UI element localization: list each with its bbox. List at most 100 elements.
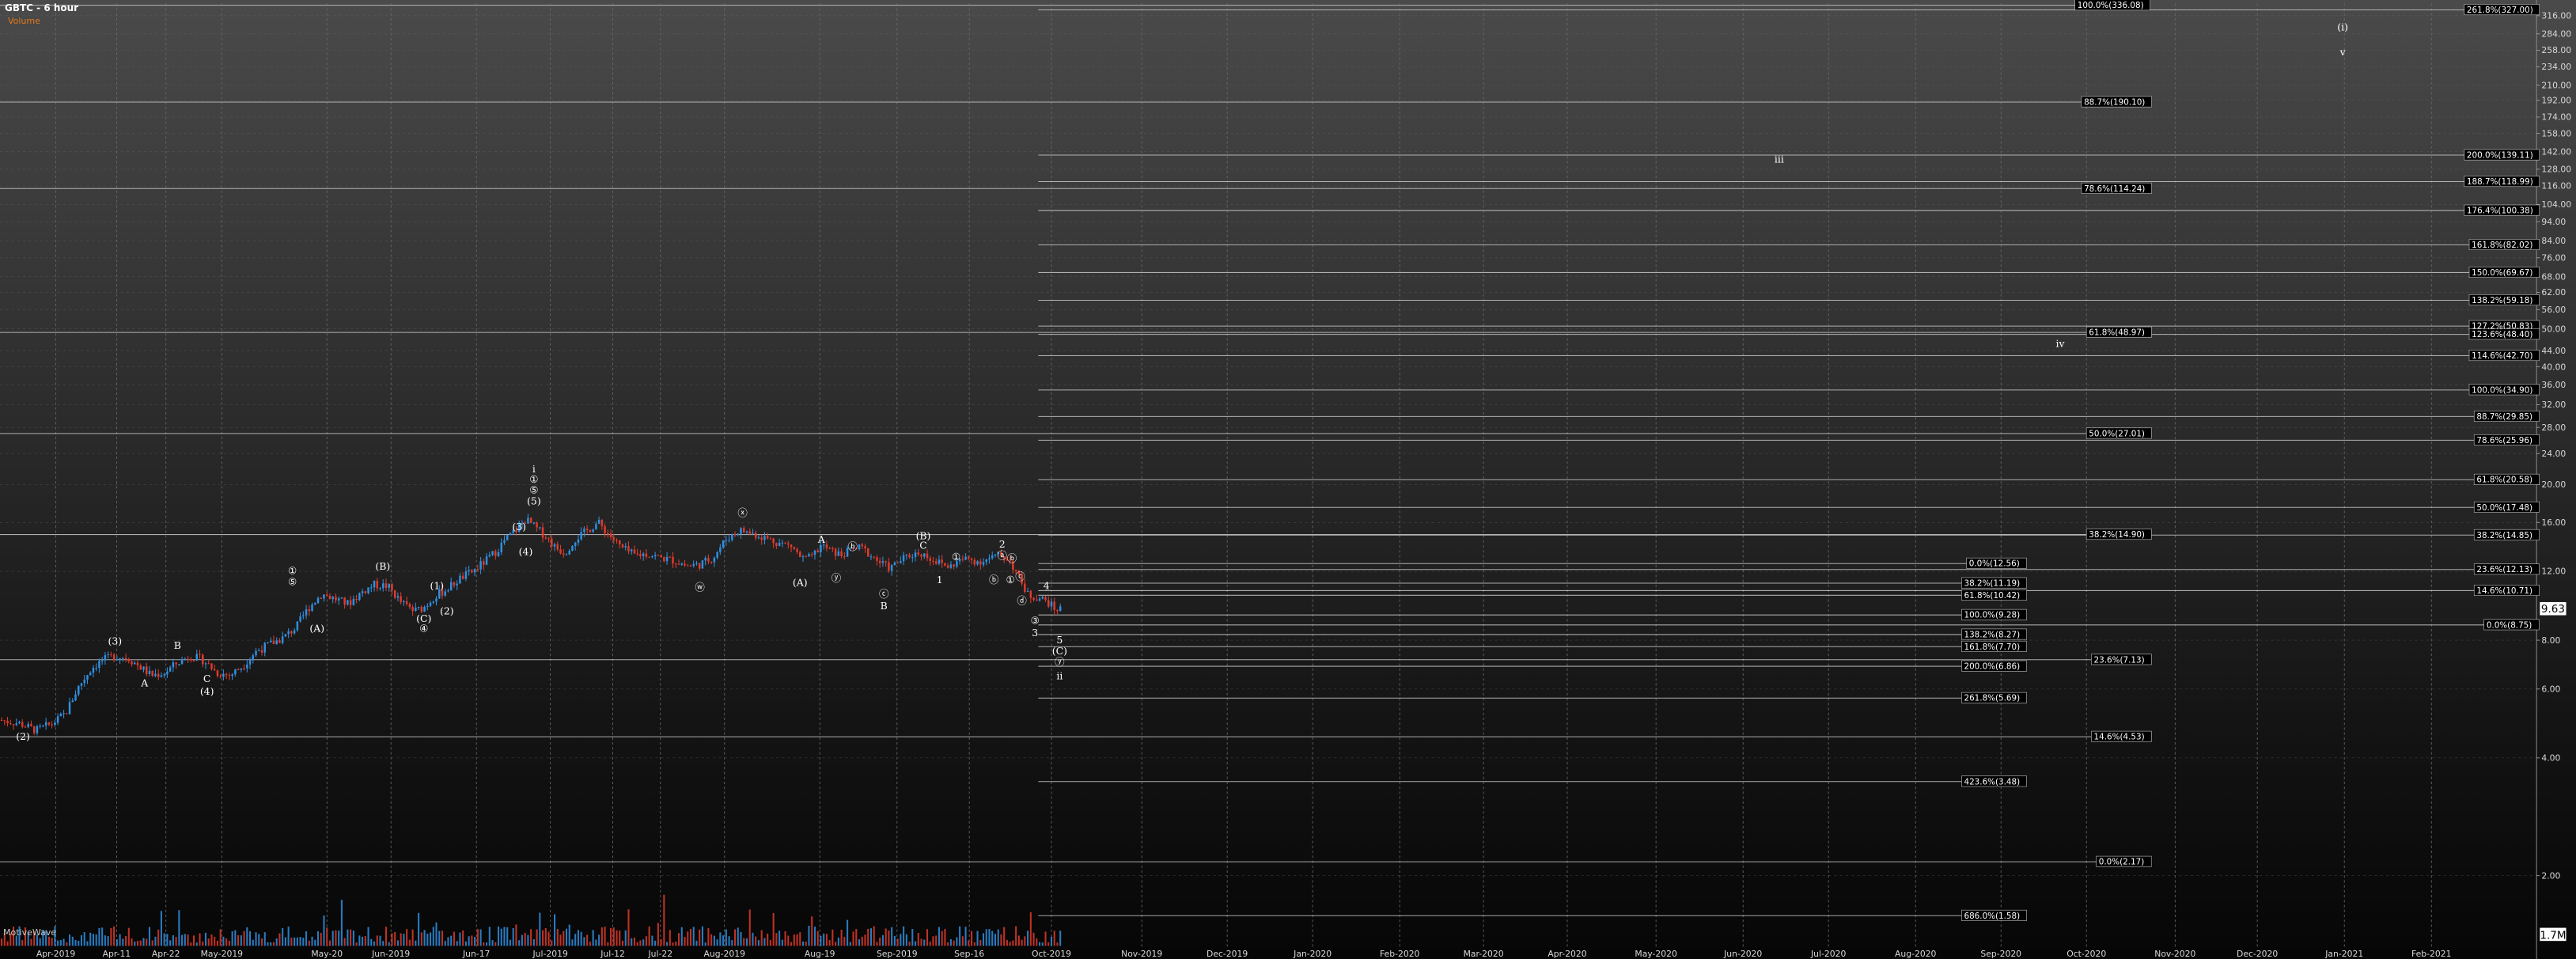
x-tick-label: Jan-2020 xyxy=(1293,949,1332,959)
wave-label: ⓑ xyxy=(989,574,998,586)
candle-body xyxy=(808,554,810,557)
volume-bar xyxy=(521,934,523,946)
candle-body xyxy=(15,723,18,726)
candle-body xyxy=(210,663,213,669)
y-tick-label: 4.00 xyxy=(2541,753,2560,764)
candle-body xyxy=(444,591,446,596)
volume-bar xyxy=(832,929,834,946)
candle-body xyxy=(934,561,938,564)
candle-body xyxy=(1056,610,1059,612)
fib-label: 78.6%(25.96) xyxy=(2476,436,2532,445)
volume-bar xyxy=(985,929,987,946)
volume-bar xyxy=(275,938,278,946)
candle-body xyxy=(748,531,751,534)
candle-body xyxy=(760,537,763,540)
volume-bar xyxy=(388,942,390,946)
candle-body xyxy=(869,556,873,558)
fib-label: 138.2%(8.27) xyxy=(1964,630,2020,639)
wave-label: (A) xyxy=(309,623,324,635)
volume-bar xyxy=(122,938,124,946)
candle-body xyxy=(468,570,470,572)
price-chart[interactable]: (2)(3)ABC(4)①⑤(A)(B)(C)④(1)(2)(3)(4)ⅰ①⑤(… xyxy=(0,0,2576,959)
candle-body xyxy=(175,662,177,665)
candle-body xyxy=(609,533,612,537)
candle-body xyxy=(299,616,301,622)
volume-bar xyxy=(497,926,500,946)
candle-body xyxy=(920,554,922,557)
x-tick-label: Nov-2019 xyxy=(1121,949,1162,959)
volume-bar xyxy=(793,934,795,946)
volume-bar xyxy=(294,937,296,946)
candle-body xyxy=(379,588,381,589)
fib-label: 100.0%(34.90) xyxy=(2472,385,2532,395)
volume-bar xyxy=(287,927,290,946)
wave-label: (4) xyxy=(200,685,214,697)
wave-label: ④ xyxy=(419,623,428,635)
candle-body xyxy=(900,561,902,563)
x-tick-label: May-2019 xyxy=(201,949,244,959)
volume-bar xyxy=(607,942,609,946)
wave-label: ① xyxy=(288,565,297,577)
candle-body xyxy=(695,563,698,564)
volume-bar xyxy=(418,912,420,946)
volume-bar xyxy=(1027,931,1029,946)
volume-bar xyxy=(1059,931,1062,946)
volume-bar xyxy=(828,939,831,946)
candle-body xyxy=(432,601,435,603)
volume-bar xyxy=(949,938,952,946)
candle-body xyxy=(347,600,349,605)
candle-body xyxy=(190,659,192,661)
volume-bar xyxy=(125,936,127,946)
candle-body xyxy=(740,528,742,534)
volume-bar xyxy=(192,935,195,946)
candle-body xyxy=(281,636,284,643)
candle-body xyxy=(216,670,219,677)
volume-bar xyxy=(6,941,9,946)
volume-bar xyxy=(915,941,917,946)
volume-bar xyxy=(491,940,494,946)
candle-body xyxy=(12,724,15,726)
candle-body xyxy=(426,605,429,607)
volume-bar xyxy=(592,930,594,946)
candle-body xyxy=(358,593,361,601)
volume-bar xyxy=(228,941,230,946)
candle-body xyxy=(772,538,775,544)
candle-body xyxy=(953,564,955,567)
candle-body xyxy=(323,594,325,599)
fib-label: 38.2%(14.85) xyxy=(2476,531,2532,540)
volume-bar xyxy=(432,927,434,946)
fib-label: 14.6%(10.71) xyxy=(2476,586,2532,596)
volume-bar xyxy=(166,934,169,946)
fib-label: 88.7%(190.10) xyxy=(2084,97,2145,107)
volume-bar xyxy=(876,942,878,946)
x-tick-label: Feb-2020 xyxy=(1380,949,1420,959)
candle-body xyxy=(553,544,556,547)
chart-area[interactable]: (2) (3) A B C (4) ① ⑤ (A) (B) (C) ④ (1) (2) (3) (4) ⅰ ① ⑤(… xyxy=(0,0,2576,959)
candle-body xyxy=(571,546,574,552)
volume-bar xyxy=(207,938,210,946)
candle-body xyxy=(982,562,985,565)
candle-body xyxy=(733,533,737,535)
volume-bar xyxy=(255,932,257,946)
volume-bar xyxy=(825,934,828,946)
wave-label: ⓓ xyxy=(1017,594,1026,606)
candle-body xyxy=(539,527,541,529)
candle-body xyxy=(21,722,24,727)
candle-body xyxy=(207,663,210,665)
y-tick-label: 16.00 xyxy=(2541,517,2566,528)
wave-label: (i) xyxy=(2337,21,2348,32)
volume-bar xyxy=(430,932,432,946)
fib-label: 161.8%(82.02) xyxy=(2472,241,2532,250)
x-tick-label: Jun-2019 xyxy=(371,949,410,959)
candle-body xyxy=(388,584,390,588)
candle-body xyxy=(464,571,468,579)
volume-bar xyxy=(976,931,979,946)
volume-bar xyxy=(616,930,618,946)
volume-bar xyxy=(539,912,541,946)
fib-label: 50.0%(17.48) xyxy=(2476,503,2532,513)
volume-bar xyxy=(1053,931,1055,946)
volume-bar xyxy=(553,914,556,946)
candle-body xyxy=(692,563,695,567)
candle-body xyxy=(169,667,172,672)
candle-body xyxy=(704,558,707,561)
